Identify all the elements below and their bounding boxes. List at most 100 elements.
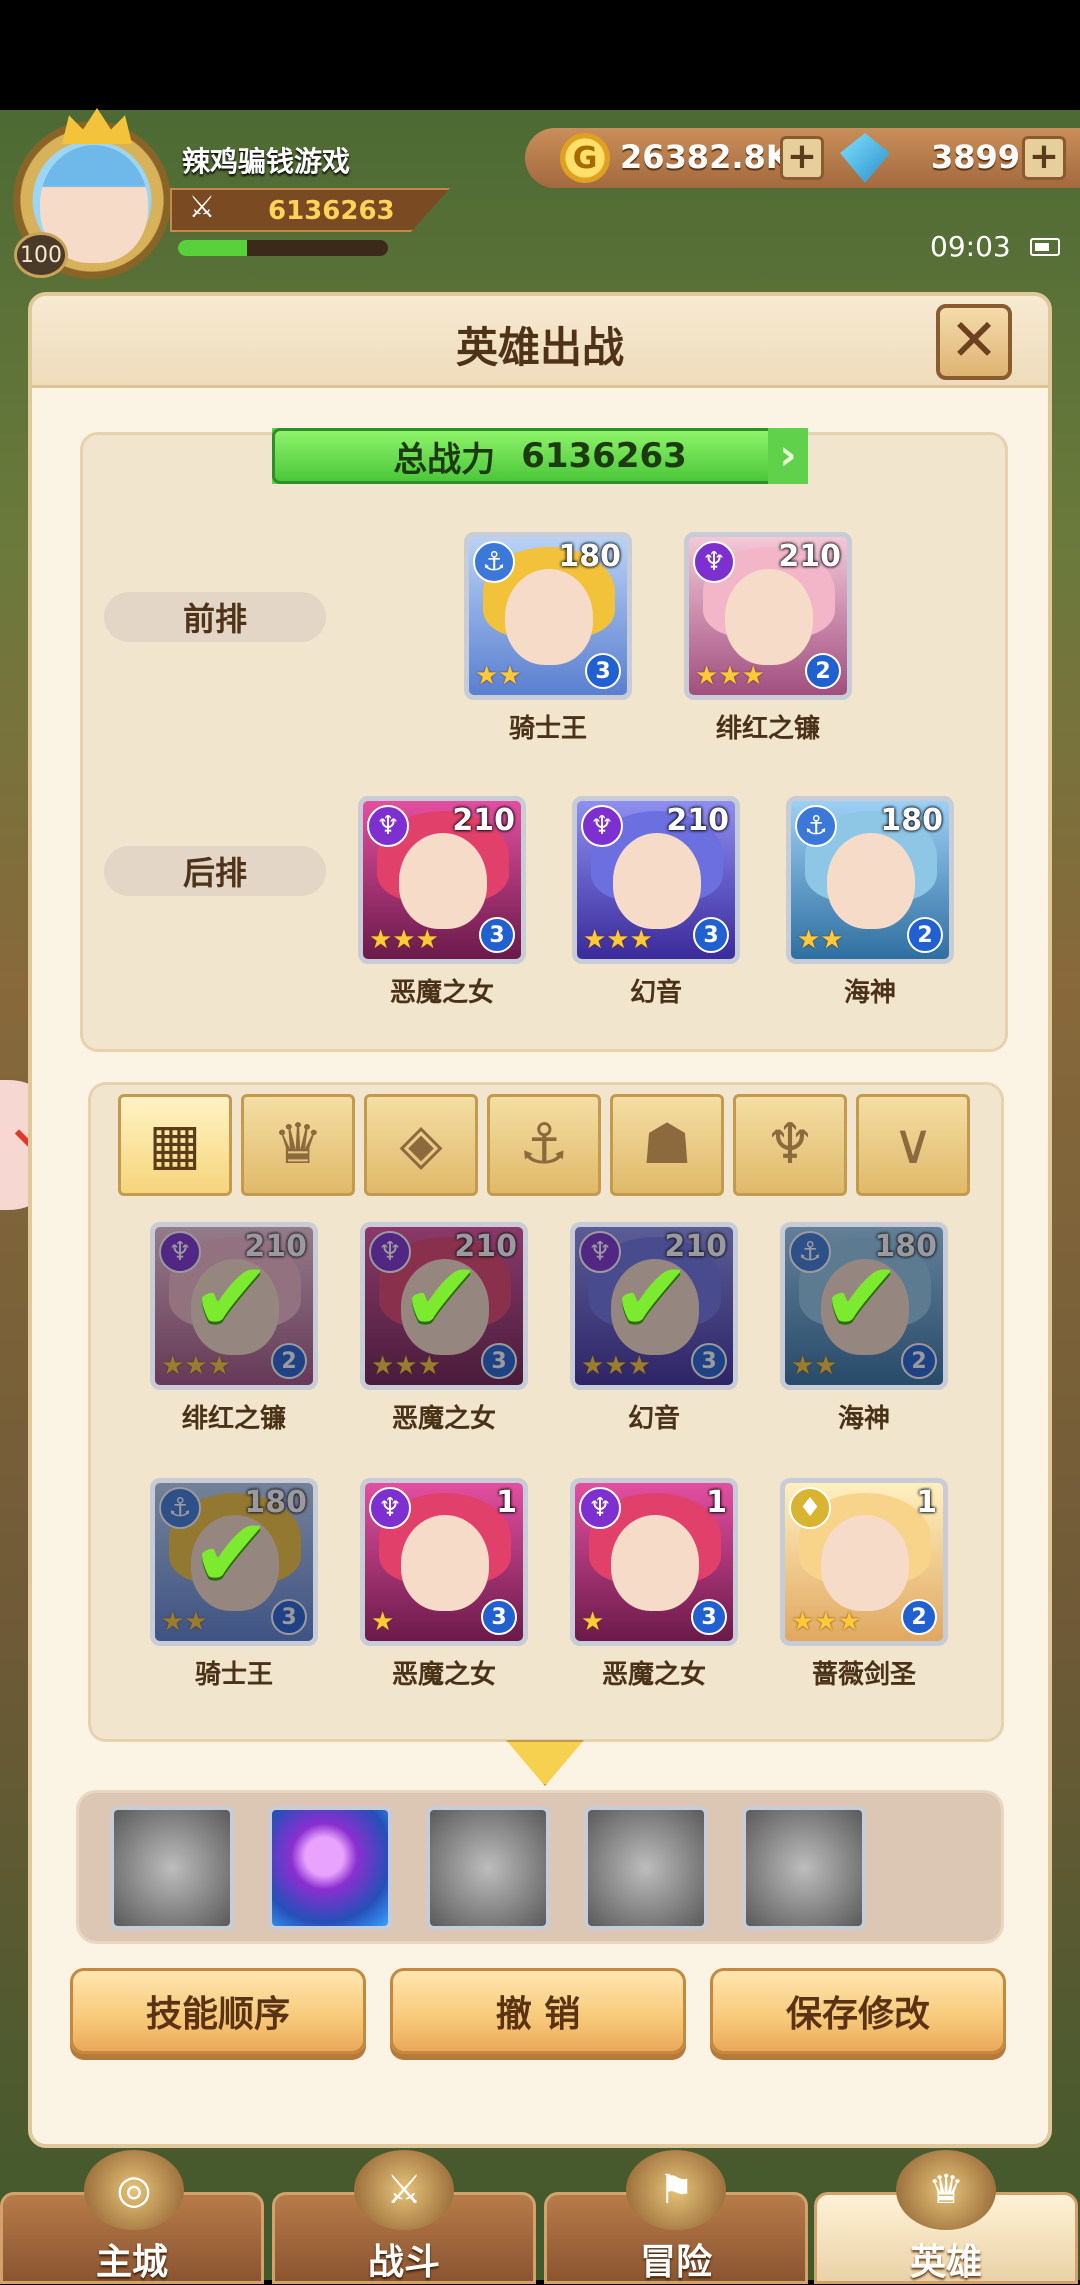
front-row-hero-card[interactable]: ⚓ 180 ★★ 3 [464,532,632,700]
battery-icon [1030,238,1060,256]
hero-stars: ★★ [475,661,522,691]
hero-portrait [613,833,701,929]
roster-hero-name: 恶魔之女 [391,1404,496,1434]
undo-button[interactable]: 撤 销 [390,1968,686,2054]
front-row-hero-name: 绯红之镰 [715,714,820,744]
hero-class-icon: ♆ [367,805,409,847]
hero-stars: ★★★ [791,1607,861,1637]
hero-stars: ★ [371,1607,395,1637]
filter-tab-light-icon[interactable]: ∨ [856,1094,970,1196]
hero-class-icon: ⚓ [795,805,837,847]
filter-tab-beast-icon[interactable]: ☗ [610,1094,724,1196]
player-level-badge: 100 [14,232,68,278]
banner-right-arrow-icon: › [768,428,808,484]
checkmark-icon: ✔ [821,1241,902,1353]
adventure-icon: ⚑ [626,2150,726,2230]
hero-rank-badge: 2 [805,653,841,689]
hero-portrait [827,833,915,929]
hero-portrait [401,1515,489,1611]
hero-class-icon: ♆ [581,805,623,847]
hero-rank-badge: 3 [479,917,515,953]
city-icon: ◎ [84,2150,184,2230]
hero-rank-badge: 2 [907,917,943,953]
filter-tab-mage-icon[interactable]: ◈ [364,1094,478,1196]
roster-hero-card[interactable]: ♆ 210 ★★★ 3 ✔ [360,1222,528,1390]
hero-rank-badge: 2 [901,1599,937,1635]
player-power-value: 6136263 [268,196,395,226]
add-gems-button[interactable]: + [1022,136,1066,180]
gem-value: 3899 [930,138,1020,176]
hero-rank-badge: 3 [585,653,621,689]
hero-stars: ★★★ [695,661,765,691]
hero-stars: ★★★ [583,925,653,955]
front-row-hero-card[interactable]: ♆ 210 ★★★ 2 [684,532,852,700]
hero-portrait [399,833,487,929]
skill-slot-spirit[interactable] [742,1806,866,1930]
back-row-hero-name: 恶魔之女 [389,978,494,1008]
roster-hero-card[interactable]: ♆ 1 ★ 3 [360,1478,528,1646]
hero-level: 1 [496,1485,517,1520]
roster-hero-card[interactable]: ⚓ 180 ★★ 3 ✔ [150,1478,318,1646]
skill-slot-vortex[interactable] [268,1806,392,1930]
gold-value: 26382.8K [620,138,791,176]
close-button[interactable]: ✕ [936,304,1012,380]
filter-tab-warrior-icon[interactable]: ♛ [241,1094,355,1196]
filter-tab-demon-icon[interactable]: ♆ [733,1094,847,1196]
filter-tab-guardian-icon[interactable]: ⚓ [487,1094,601,1196]
roster-hero-card[interactable]: ♆ 210 ★★★ 2 ✔ [150,1222,318,1390]
skill-slot-beast[interactable] [584,1806,708,1930]
checkmark-icon: ✔ [191,1241,272,1353]
roster-hero-card[interactable]: ⚓ 180 ★★ 2 ✔ [780,1222,948,1390]
heroes-icon: ♛ [896,2150,996,2230]
save-changes-button[interactable]: 保存修改 [710,1968,1006,2054]
hero-class-icon: ♆ [693,541,735,583]
hero-level: 210 [452,803,515,838]
exp-bar-fill [178,240,248,256]
hero-rank-badge: 3 [481,1599,517,1635]
back-row-hero-name: 幻音 [629,978,682,1008]
hero-stars: ★ [581,1607,605,1637]
hero-class-icon: ♆ [369,1487,411,1529]
dialog-header: 英雄出战 ✕ [32,296,1048,388]
hero-class-icon: ⚓ [473,541,515,583]
roster-hero-name: 骑士王 [194,1660,273,1690]
hero-stars: ★★ [797,925,844,955]
skill-slot-leaf[interactable] [110,1806,234,1930]
filter-tab-all-icon[interactable]: ▦ [118,1094,232,1196]
roster-hero-name: 幻音 [627,1404,680,1434]
front-row-hero-name: 骑士王 [508,714,587,744]
roster-hero-card[interactable]: ♆ 210 ★★★ 3 ✔ [570,1222,738,1390]
roster-hero-card[interactable]: ♆ 1 ★ 3 [570,1478,738,1646]
hero-level: 210 [778,539,841,574]
dialog-title: 英雄出战 [455,323,624,372]
roster-hero-name: 恶魔之女 [601,1660,706,1690]
back-row-hero-name: 海神 [843,978,896,1008]
hero-portrait [725,569,813,665]
skill-slot-cloak[interactable] [426,1806,550,1930]
total-power-value: 6136263 [521,436,687,476]
hero-level: 210 [666,803,729,838]
roster-hero-name: 海神 [837,1404,890,1434]
back-row-hero-card[interactable]: ♆ 210 ★★★ 3 [572,796,740,964]
skill-order-button[interactable]: 技能顺序 [70,1968,366,2054]
hero-portrait [505,569,593,665]
checkmark-icon: ✔ [401,1241,482,1353]
clock: 09:03 [930,230,1011,263]
back-row-hero-card[interactable]: ⚓ 180 ★★ 2 [786,796,954,964]
back-row-label: 后排 [104,846,326,896]
battle-icon: ⚔ [354,2150,454,2230]
roster-hero-card[interactable]: ♦ 1 ★★★ 2 [780,1478,948,1646]
exp-bar [178,240,388,256]
front-row-label: 前排 [104,592,326,642]
back-row-hero-card[interactable]: ♆ 210 ★★★ 3 [358,796,526,964]
total-power-banner: 总战力 6136263 [272,428,808,484]
hero-stars: ★★★ [369,925,439,955]
hero-class-icon: ♆ [579,1487,621,1529]
roster-hero-name: 恶魔之女 [391,1660,496,1690]
crossed-swords-icon: ⚔ [188,190,216,225]
add-gold-button[interactable]: + [780,136,824,180]
hero-rank-badge: 3 [691,1599,727,1635]
hero-level: 1 [706,1485,727,1520]
hero-class-icon: ♦ [789,1487,831,1529]
gold-coin-icon: G [560,133,610,183]
